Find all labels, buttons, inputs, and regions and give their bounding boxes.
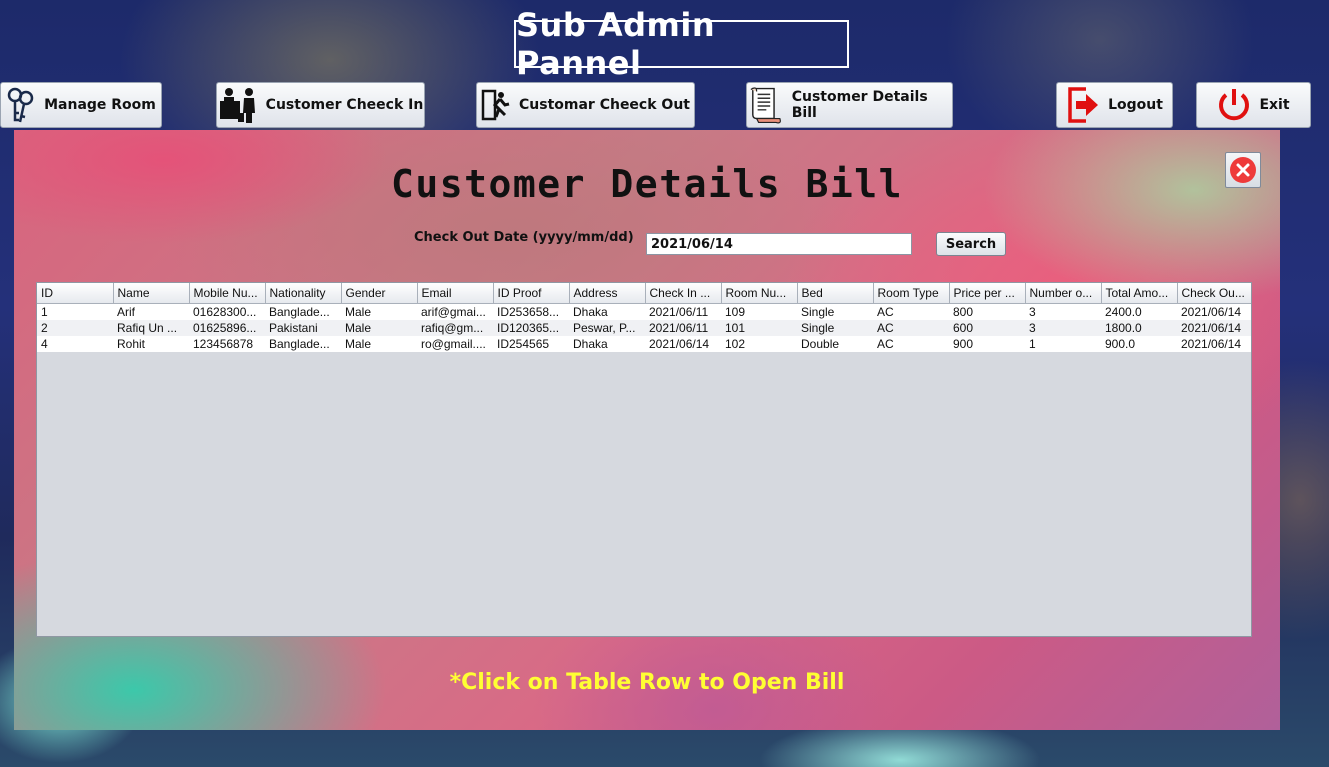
bill-scroll-icon bbox=[750, 87, 781, 124]
table-cell: 3 bbox=[1025, 303, 1101, 320]
table-cell: Male bbox=[341, 303, 417, 320]
table-cell: 01625896... bbox=[189, 320, 265, 336]
table-cell: ID254565 bbox=[493, 336, 569, 352]
footer-hint: *Click on Table Row to Open Bill bbox=[449, 670, 845, 695]
table-row[interactable]: 4 Rohit 123456878 Banglade... Male ro@gmail..… bbox=[37, 336, 1251, 352]
column-header[interactable]: Check In ... bbox=[645, 283, 722, 304]
table-cell: 4 bbox=[37, 336, 113, 352]
table-cell: arif@gmai... bbox=[417, 303, 493, 320]
exit-button[interactable]: Exit bbox=[1196, 82, 1311, 128]
table-header-row: ID Name Mobile Nu... Nationality Gender … bbox=[37, 283, 1251, 304]
exit-door-icon bbox=[481, 89, 510, 121]
logout-label: Logout bbox=[1108, 97, 1163, 113]
logout-icon bbox=[1068, 87, 1099, 123]
power-icon bbox=[1219, 89, 1250, 121]
customer-check-in-button[interactable]: Customer Cheeck In bbox=[216, 82, 425, 128]
table-cell: 600 bbox=[949, 320, 1025, 336]
table-cell: AC bbox=[873, 320, 949, 336]
customer-check-out-label: Customar Cheeck Out bbox=[519, 97, 690, 113]
table-cell: 1 bbox=[37, 303, 113, 320]
column-header[interactable]: ID bbox=[37, 283, 114, 304]
manage-room-button[interactable]: Manage Room bbox=[0, 82, 162, 128]
table-cell: 2 bbox=[37, 320, 113, 336]
table-row[interactable]: 1 Arif 01628300... Banglade... Male arif@gmai… bbox=[37, 303, 1251, 320]
manage-room-label: Manage Room bbox=[44, 97, 156, 113]
table-cell: Peswar, P... bbox=[569, 320, 645, 336]
table-cell: Single bbox=[797, 320, 873, 336]
table-cell: Double bbox=[797, 336, 873, 352]
table-cell: 2021/06/11 bbox=[645, 320, 721, 336]
table-cell: rafiq@gm... bbox=[417, 320, 493, 336]
column-header[interactable]: Bed bbox=[797, 283, 874, 304]
keys-icon bbox=[7, 87, 34, 123]
close-button[interactable] bbox=[1225, 152, 1261, 188]
table-cell: 102 bbox=[721, 336, 797, 352]
search-button[interactable]: Search bbox=[936, 232, 1006, 256]
table-row[interactable]: 2 Rafiq Un ... 01625896... Pakistani Male raf… bbox=[37, 320, 1251, 336]
column-header[interactable]: Mobile Nu... bbox=[189, 283, 266, 304]
column-header[interactable]: Address bbox=[569, 283, 646, 304]
column-header[interactable]: Room Type bbox=[873, 283, 950, 304]
table-cell: 109 bbox=[721, 303, 797, 320]
table-cell: 2021/06/14 bbox=[1177, 320, 1251, 336]
table-cell: Male bbox=[341, 320, 417, 336]
table-cell: 1800.0 bbox=[1101, 320, 1177, 336]
app-title: Sub Admin Pannel bbox=[514, 6, 849, 82]
checkout-date-label: Check Out Date (yyyy/mm/dd) bbox=[414, 230, 634, 245]
table-cell: ID253658... bbox=[493, 303, 569, 320]
column-header[interactable]: Price per ... bbox=[949, 283, 1026, 304]
exit-label: Exit bbox=[1259, 97, 1290, 113]
table-cell: 900 bbox=[949, 336, 1025, 352]
table-cell: Banglade... bbox=[265, 303, 341, 320]
column-header[interactable]: ID Proof bbox=[493, 283, 570, 304]
table-cell: 2021/06/14 bbox=[1177, 336, 1251, 352]
table-cell: 101 bbox=[721, 320, 797, 336]
table-cell: 123456878 bbox=[189, 336, 265, 352]
table-cell: 800 bbox=[949, 303, 1025, 320]
column-header[interactable]: Gender bbox=[341, 283, 418, 304]
table-cell: Dhaka bbox=[569, 303, 645, 320]
table-cell: Dhaka bbox=[569, 336, 645, 352]
table-cell: 01628300... bbox=[189, 303, 265, 320]
bill-table: ID Name Mobile Nu... Nationality Gender … bbox=[36, 282, 1252, 637]
column-header[interactable]: Email bbox=[417, 283, 494, 304]
customer-check-in-label: Customer Cheeck In bbox=[265, 97, 424, 113]
column-header[interactable]: Total Amo... bbox=[1101, 283, 1178, 304]
table-cell: 3 bbox=[1025, 320, 1101, 336]
column-header[interactable]: Room Nu... bbox=[721, 283, 798, 304]
table-cell: 2021/06/14 bbox=[645, 336, 721, 352]
checkout-date-input[interactable] bbox=[646, 233, 912, 255]
logout-button[interactable]: Logout bbox=[1056, 82, 1173, 128]
table-cell: 2400.0 bbox=[1101, 303, 1177, 320]
table-cell: Banglade... bbox=[265, 336, 341, 352]
customer-details-bill-label: Customer Details Bill bbox=[791, 89, 928, 121]
close-icon bbox=[1230, 157, 1256, 183]
column-header[interactable]: Nationality bbox=[265, 283, 342, 304]
table-cell: Arif bbox=[113, 303, 189, 320]
table-cell: Male bbox=[341, 336, 417, 352]
table-cell: AC bbox=[873, 303, 949, 320]
customer-check-out-button[interactable]: Customar Cheeck Out bbox=[476, 82, 695, 128]
table-cell: Pakistani bbox=[265, 320, 341, 336]
table-cell: Rohit bbox=[113, 336, 189, 352]
table-cell: Single bbox=[797, 303, 873, 320]
table-cell: 2021/06/11 bbox=[645, 303, 721, 320]
table-cell: Rafiq Un ... bbox=[113, 320, 189, 336]
column-header[interactable]: Name bbox=[113, 283, 190, 304]
table-cell: 1 bbox=[1025, 336, 1101, 352]
table-cell: ID120365... bbox=[493, 320, 569, 336]
column-header[interactable]: Number o... bbox=[1025, 283, 1102, 304]
table-cell: AC bbox=[873, 336, 949, 352]
table-cell: 2021/06/14 bbox=[1177, 303, 1251, 320]
customer-details-bill-button[interactable]: Customer Details Bill bbox=[746, 82, 953, 128]
reception-icon bbox=[219, 88, 255, 123]
customer-details-bill-panel: Customer Details Bill Check Out Date (yy… bbox=[14, 130, 1280, 730]
panel-heading: Customer Details Bill bbox=[391, 162, 903, 206]
table-cell: 900.0 bbox=[1101, 336, 1177, 352]
table-cell: ro@gmail.... bbox=[417, 336, 493, 352]
column-header[interactable]: Check Ou... bbox=[1177, 283, 1251, 304]
